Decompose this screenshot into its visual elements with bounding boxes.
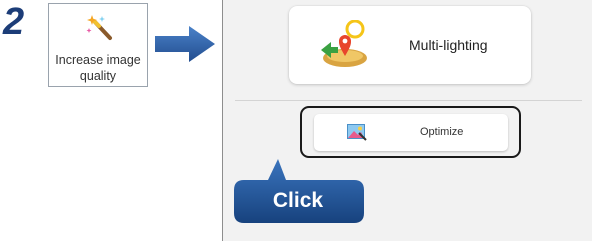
step-number: 2 [3, 1, 25, 43]
divider [235, 100, 582, 101]
multi-lighting-button[interactable]: Multi-lighting [289, 6, 531, 84]
optimize-button[interactable]: Optimize [314, 114, 508, 151]
magic-wand-icon [86, 15, 112, 40]
increase-image-quality-card: Increase image quality [48, 3, 148, 87]
click-label: Click [272, 189, 324, 212]
multi-lighting-label: Multi-lighting [409, 37, 488, 53]
optimize-label: Optimize [420, 126, 464, 138]
right-arrow-icon [155, 26, 215, 62]
multi-lighting-icon [321, 20, 367, 67]
increase-image-quality-label: Increase image quality [55, 53, 141, 83]
optimize-image-icon [347, 124, 367, 141]
